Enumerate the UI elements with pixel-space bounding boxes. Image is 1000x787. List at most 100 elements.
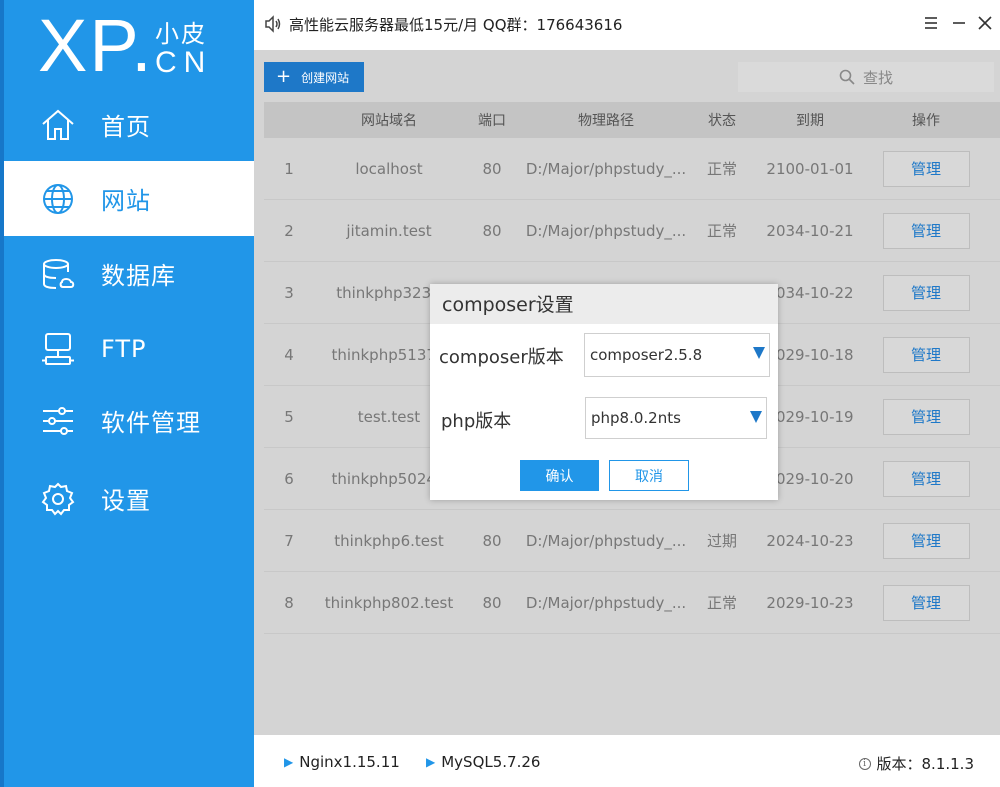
row-domain: thinkphp802.test bbox=[324, 593, 454, 612]
sidebar-item-label: 软件管理 bbox=[101, 409, 201, 437]
search-icon bbox=[839, 69, 855, 85]
header-expire: 到期 bbox=[796, 113, 824, 129]
manage-button[interactable]: 管理 bbox=[882, 584, 970, 621]
info-icon: i bbox=[858, 757, 871, 770]
search-label: 查找 bbox=[862, 68, 893, 87]
sidebar-item-label: 首页 bbox=[101, 113, 151, 141]
sidebar-item-label: 设置 bbox=[101, 487, 151, 515]
row-number: 7 bbox=[284, 531, 294, 550]
row-status: 正常 bbox=[706, 222, 737, 240]
sidebar-item-settings[interactable]: 设置 bbox=[4, 461, 254, 536]
globe-icon bbox=[43, 183, 73, 214]
create-website-label: 创建网站 bbox=[301, 70, 350, 85]
table-header: 网站域名 端口 物理路径 状态 到期 操作 bbox=[264, 102, 1000, 138]
header-status: 状态 bbox=[708, 113, 736, 129]
sidebar-item-ftp[interactable]: FTP bbox=[4, 311, 254, 386]
row-action: 管理 bbox=[868, 336, 984, 373]
header-port: 端口 bbox=[478, 113, 506, 129]
table-row: 1 localhost 80 D:/Major/phpstudy_... 正常 2100-… bbox=[264, 138, 1000, 200]
row-action: 管理 bbox=[868, 274, 984, 311]
table-row: 8 thinkphp802.test 80 D:/Major/phpstudy_...… bbox=[264, 572, 1000, 634]
confirm-button[interactable]: 确认 bbox=[520, 460, 599, 491]
close-icon[interactable] bbox=[974, 12, 996, 34]
php-version-value: php8.0.2nts bbox=[591, 409, 681, 427]
composer-version-select[interactable]: composer2.5.8 bbox=[584, 333, 770, 377]
plus-icon: + bbox=[276, 66, 292, 87]
gear-icon bbox=[41, 482, 75, 516]
create-website-button[interactable]: + 创建网站 bbox=[264, 62, 364, 92]
sidebar-item-home[interactable]: 首页 bbox=[4, 87, 254, 162]
row-action: 管理 bbox=[868, 398, 984, 435]
manage-button[interactable]: 管理 bbox=[882, 522, 970, 559]
row-number: 6 bbox=[284, 469, 294, 488]
manage-button[interactable]: 管理 bbox=[882, 150, 970, 187]
row-expire: 2034-10-21 bbox=[766, 221, 854, 240]
row-port: 80 bbox=[482, 159, 502, 178]
row-action: 管理 bbox=[868, 584, 984, 621]
database-icon bbox=[43, 258, 75, 289]
manage-button[interactable]: 管理 bbox=[882, 460, 970, 497]
logo-main: XP. bbox=[38, 4, 154, 87]
row-status: 正常 bbox=[706, 160, 737, 178]
notice-text[interactable]: 高性能云服务器最低15元/月 QQ群：176643616 bbox=[289, 14, 622, 35]
header-path: 物理路径 bbox=[578, 113, 634, 129]
row-number: 3 bbox=[284, 283, 294, 302]
row-port: 80 bbox=[482, 221, 502, 240]
row-status: 过期 bbox=[706, 532, 737, 550]
table-row: 7 thinkphp6.test 80 D:/Major/phpstudy_... 过期… bbox=[264, 510, 1000, 572]
header-action: 操作 bbox=[912, 113, 940, 129]
cancel-button[interactable]: 取消 bbox=[609, 460, 689, 491]
sidebar-item-label: 数据库 bbox=[101, 262, 176, 290]
search-box[interactable]: 查找 bbox=[738, 62, 994, 92]
row-expire: 2100-01-01 bbox=[766, 159, 854, 178]
nginx-status[interactable]: ▶ Nginx1.15.11 bbox=[284, 753, 400, 771]
sidebar-item-label: 网站 bbox=[101, 187, 151, 215]
sidebar-item-database[interactable]: 数据库 bbox=[4, 236, 254, 311]
composer-version-row: composer版本 composer2.5.8 bbox=[430, 333, 778, 377]
mysql-status[interactable]: ▶ MySQL5.7.26 bbox=[426, 753, 540, 771]
version-info: i 版本：8.1.1.3 bbox=[858, 753, 974, 774]
row-expire: 2029-10-23 bbox=[766, 593, 854, 612]
row-action: 管理 bbox=[868, 212, 984, 249]
row-expire: 2024-10-23 bbox=[766, 531, 854, 550]
mysql-label: MySQL5.7.26 bbox=[441, 753, 541, 771]
top-bar: 高性能云服务器最低15元/月 QQ群：176643616 bbox=[254, 0, 1000, 50]
php-version-row: php版本 php8.0.2nts bbox=[430, 397, 778, 441]
logo: XP. 小皮 CN bbox=[38, 6, 248, 86]
table-row: 2 jitamin.test 80 D:/Major/phpstudy_... 正常 20… bbox=[264, 200, 1000, 262]
minimize-icon[interactable] bbox=[948, 12, 970, 34]
manage-button[interactable]: 管理 bbox=[882, 398, 970, 435]
home-icon bbox=[42, 109, 74, 140]
manage-button[interactable]: 管理 bbox=[882, 212, 970, 249]
row-path: D:/Major/phpstudy_... bbox=[525, 593, 687, 612]
row-port: 80 bbox=[482, 593, 502, 612]
row-status: 正常 bbox=[706, 594, 737, 612]
composer-version-label: composer版本 bbox=[439, 347, 564, 368]
sliders-icon bbox=[43, 406, 73, 435]
logo-cn: CN bbox=[155, 46, 213, 79]
logo-cn-chars: 小皮 bbox=[155, 20, 207, 48]
status-bar: ▶ Nginx1.15.11 ▶ MySQL5.7.26 i 版本：8.1.1.… bbox=[254, 735, 1000, 787]
row-path: D:/Major/phpstudy_... bbox=[525, 531, 687, 550]
row-number: 2 bbox=[284, 221, 294, 240]
row-action: 管理 bbox=[868, 460, 984, 497]
php-version-label: php版本 bbox=[441, 411, 512, 432]
row-port: 80 bbox=[482, 531, 502, 550]
sidebar-item-label: FTP bbox=[101, 334, 147, 363]
dropdown-arrow-icon bbox=[753, 347, 765, 359]
manage-button[interactable]: 管理 bbox=[882, 336, 970, 373]
row-action: 管理 bbox=[868, 150, 984, 187]
play-icon: ▶ bbox=[284, 755, 294, 769]
hamburger-icon[interactable] bbox=[920, 12, 942, 34]
speaker-icon bbox=[265, 15, 281, 33]
php-version-select[interactable]: php8.0.2nts bbox=[585, 397, 767, 439]
header-domain: 网站域名 bbox=[361, 113, 417, 129]
row-number: 5 bbox=[284, 407, 294, 426]
composer-version-value: composer2.5.8 bbox=[590, 346, 703, 364]
row-action: 管理 bbox=[868, 522, 984, 559]
manage-button[interactable]: 管理 bbox=[882, 274, 970, 311]
nginx-label: Nginx1.15.11 bbox=[299, 753, 400, 771]
sidebar-item-software[interactable]: 软件管理 bbox=[4, 383, 254, 458]
sidebar-item-website[interactable]: 网站 bbox=[4, 161, 254, 236]
version-label: 版本：8.1.1.3 bbox=[876, 755, 974, 773]
